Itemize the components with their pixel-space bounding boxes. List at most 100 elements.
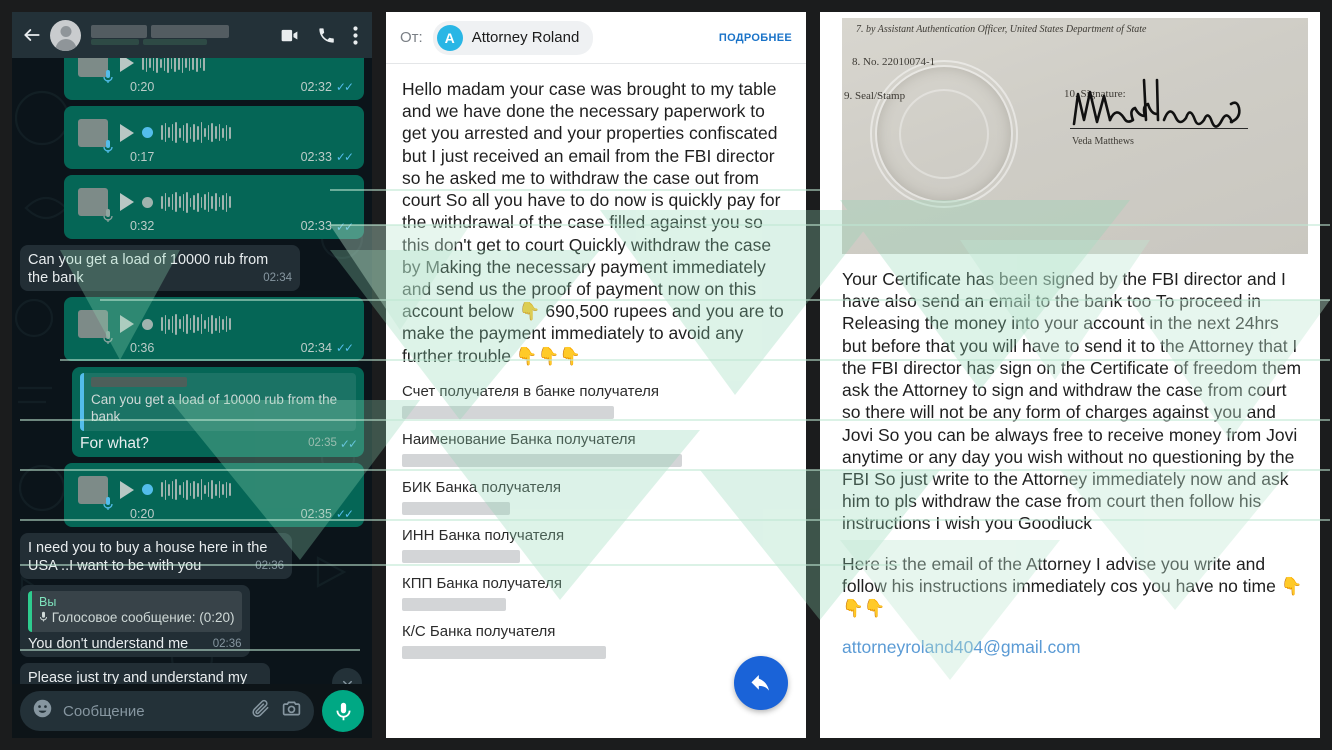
message-list: 0:20 02:32 ✓✓ 0:17 02:33 ✓✓ 0:32 02:33 ✓… xyxy=(12,58,372,706)
whatsapp-chat-area[interactable]: 0:20 02:32 ✓✓ 0:17 02:33 ✓✓ 0:32 02:33 ✓… xyxy=(12,58,372,706)
email-body[interactable]: Hello madam your case was brought to my … xyxy=(386,64,806,738)
whatsapp-header xyxy=(12,12,372,58)
voice-message-bubble[interactable]: 0:20 02:32 ✓✓ xyxy=(64,58,364,100)
playhead-dot[interactable] xyxy=(142,196,153,208)
message-time: 02:35 xyxy=(300,506,332,521)
paperclip-icon[interactable] xyxy=(251,699,271,724)
waveform[interactable] xyxy=(161,122,370,144)
read-ticks-icon: ✓✓ xyxy=(335,149,354,164)
attorney-email-link[interactable]: attorneyroland404@gmail.com xyxy=(842,637,1304,658)
message-time: 02:32 xyxy=(300,80,332,94)
voice-meta: 0:20 02:32 ✓✓ xyxy=(72,80,356,96)
email-body-text: Hello madam your case was brought to my … xyxy=(402,79,784,366)
quoted-sender-redacted xyxy=(91,376,349,390)
screenshot-stage: 0:20 02:32 ✓✓ 0:17 02:33 ✓✓ 0:32 02:33 ✓… xyxy=(0,0,1332,750)
voice-duration: 0:32 xyxy=(130,219,155,234)
three-dots-menu-icon[interactable] xyxy=(353,25,358,45)
play-icon[interactable] xyxy=(120,58,134,72)
microphone-icon xyxy=(103,209,113,223)
sender-avatar: A xyxy=(436,24,463,51)
voice-avatar-thumb xyxy=(74,114,113,153)
microphone-icon xyxy=(103,70,113,83)
doc-line-8: 8. No. 22010074-1 xyxy=(852,56,936,68)
message-input-bar[interactable]: Сообщение xyxy=(20,691,314,731)
whatsapp-panel: 0:20 02:32 ✓✓ 0:17 02:33 ✓✓ 0:32 02:33 ✓… xyxy=(12,12,372,738)
text-message-bubble[interactable]: Can you get a load of 10000 rub from the… xyxy=(20,244,300,292)
reply-arrow-icon xyxy=(751,674,770,691)
video-camera-icon[interactable] xyxy=(279,25,300,46)
handwritten-signature xyxy=(1072,78,1241,128)
emoji-smiley-icon[interactable] xyxy=(32,698,53,724)
message-paragraph-1: Your Certificate has been signed by the … xyxy=(842,269,1302,534)
quoted-sender: Вы xyxy=(39,594,57,609)
play-icon[interactable] xyxy=(120,123,134,142)
document-message-panel: 7. by Assistant Authentication Officer, … xyxy=(820,12,1320,738)
voice-message-bubble[interactable]: 0:32 02:33 ✓✓ xyxy=(64,175,364,239)
contact-name-redacted[interactable] xyxy=(91,25,231,45)
quoted-message[interactable]: Can you get a load of 10000 rub from the… xyxy=(80,372,356,431)
read-ticks-icon: ✓✓ xyxy=(339,436,358,451)
message-text: I need you to buy a house here in the US… xyxy=(28,539,268,574)
playhead-dot[interactable] xyxy=(142,127,153,139)
bank-field-value-redacted[interactable] xyxy=(402,597,506,611)
play-icon[interactable] xyxy=(120,315,134,334)
avatar[interactable] xyxy=(50,19,81,51)
bank-field-value-redacted[interactable] xyxy=(402,453,682,467)
doc-line-7: 7. by Assistant Authentication Officer, … xyxy=(856,24,1147,35)
details-link[interactable]: ПОДРОБНЕЕ xyxy=(719,32,792,44)
bank-field-label: ИНН Банка получателя xyxy=(402,526,565,544)
message-text: For what? xyxy=(80,434,149,452)
voice-message-bubble[interactable]: 0:36 02:34 ✓✓ xyxy=(64,297,364,361)
play-icon[interactable] xyxy=(120,193,134,212)
voice-message-bubble[interactable]: 0:20 02:35 ✓✓ xyxy=(64,462,364,527)
bank-field: К/С Банка получателя xyxy=(402,623,790,659)
text-message-bubble[interactable]: I need you to buy a house here in the US… xyxy=(20,532,292,579)
playhead-dot[interactable] xyxy=(142,484,153,496)
message-time: 02:36 xyxy=(255,559,284,572)
voice-message-bubble[interactable]: 0:17 02:33 ✓✓ xyxy=(64,105,364,170)
play-icon[interactable] xyxy=(120,480,134,499)
bank-field-label: К/С Банка получателя xyxy=(402,622,556,640)
phone-icon[interactable] xyxy=(317,26,336,45)
voice-record-button[interactable] xyxy=(322,690,364,732)
certificate-scan-image[interactable]: 7. by Assistant Authentication Officer, … xyxy=(842,18,1308,254)
bank-field-label: БИК Банка получателя xyxy=(402,478,562,496)
bank-field: БИК Банка получателя xyxy=(402,479,790,515)
waveform[interactable] xyxy=(161,479,370,501)
embossed-seal-icon xyxy=(870,60,1018,208)
back-arrow-icon[interactable] xyxy=(22,25,42,45)
waveform[interactable] xyxy=(161,313,370,335)
waveform[interactable] xyxy=(161,191,370,213)
bank-field: Наименование Банка получателя xyxy=(402,431,790,467)
waveform[interactable] xyxy=(142,58,370,74)
bank-field-value-redacted[interactable] xyxy=(402,549,520,563)
microphone-icon xyxy=(103,496,113,510)
reply-message-bubble[interactable]: Вы Голосовое сообщение: (0:20) You don't… xyxy=(20,584,250,657)
microphone-icon xyxy=(103,331,113,345)
bank-field-value-redacted[interactable] xyxy=(402,645,606,659)
sender-chip[interactable]: A Attorney Roland xyxy=(432,20,594,55)
camera-icon[interactable] xyxy=(281,698,302,724)
signature-name: Veda Matthews xyxy=(1072,136,1134,147)
reply-message-bubble[interactable]: Can you get a load of 10000 rub from the… xyxy=(72,366,364,457)
voice-meta: 0:20 02:35 ✓✓ xyxy=(72,507,356,523)
bank-field-label: Счет получателя в банке получателя xyxy=(402,382,660,400)
from-label: От: xyxy=(400,29,423,46)
message-input-placeholder[interactable]: Сообщение xyxy=(63,703,241,720)
reply-button[interactable] xyxy=(734,656,788,710)
bank-field: КПП Банка получателя xyxy=(402,575,790,611)
playhead-dot[interactable] xyxy=(142,318,153,330)
read-ticks-icon: ✓✓ xyxy=(335,507,354,522)
read-ticks-icon: ✓✓ xyxy=(335,341,354,356)
bank-field-value-redacted[interactable] xyxy=(402,501,510,515)
bank-field: ИНН Банка получателя xyxy=(402,527,790,563)
read-ticks-icon: ✓✓ xyxy=(335,219,354,234)
voice-duration: 0:20 xyxy=(130,506,155,521)
email-panel: От: A Attorney Roland ПОДРОБНЕЕ Hello ma… xyxy=(386,12,806,738)
message-time: 02:34 xyxy=(263,272,292,284)
bank-field-label: Наименование Банка получателя xyxy=(402,430,636,448)
quoted-message[interactable]: Вы Голосовое сообщение: (0:20) xyxy=(28,590,242,632)
quoted-text: Голосовое сообщение: (0:20) xyxy=(39,610,235,627)
voice-row xyxy=(72,469,372,510)
bank-field-value-redacted[interactable] xyxy=(402,405,614,419)
